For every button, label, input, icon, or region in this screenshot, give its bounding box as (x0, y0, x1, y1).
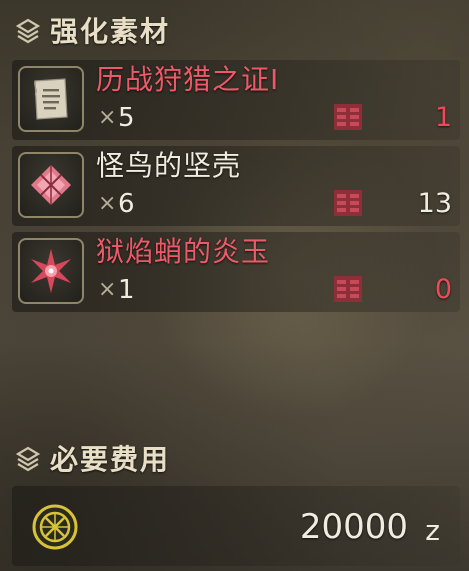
required-quantity: 1 (118, 275, 135, 305)
cost-section-icon (15, 446, 41, 472)
materials-header: 强化素材 (14, 10, 170, 50)
material-row-3[interactable]: 狱焰蛸的炎玉 × 1 0 (12, 232, 460, 312)
scroll-icon (34, 78, 68, 120)
material-row-2[interactable]: 怪鸟的坚壳 × 6 13 (12, 146, 460, 226)
cost-row: 20000 z (12, 486, 460, 566)
owned-count: 1 (434, 102, 452, 133)
required-quantity: 5 (118, 103, 135, 133)
zenny-coin-icon (32, 504, 78, 550)
quantity-multiplier: × (98, 191, 117, 216)
currency-unit: z (425, 514, 440, 547)
item-icon-frame (18, 152, 84, 218)
item-name: 怪鸟的坚壳 (96, 149, 242, 182)
item-icon-frame (18, 238, 84, 304)
item-icon-frame (18, 66, 84, 132)
material-row-1[interactable]: 历战狩猎之证Ⅰ × 5 1 (12, 60, 460, 140)
shell-icon (31, 165, 71, 205)
materials-title: 强化素材 (50, 15, 171, 48)
quantity-multiplier: × (98, 277, 117, 302)
owned-count: 13 (417, 188, 452, 219)
owned-count: 0 (434, 274, 452, 305)
item-box-icon (334, 104, 362, 130)
item-name: 狱焰蛸的炎玉 (96, 235, 271, 268)
flame-gem-icon (31, 249, 71, 293)
quantity-multiplier: × (98, 105, 117, 130)
required-quantity: 6 (118, 189, 135, 219)
item-box-icon (334, 276, 362, 302)
materials-section-icon (15, 18, 41, 44)
cost-title: 必要费用 (50, 443, 171, 476)
cost-header: 必要费用 (14, 438, 170, 478)
item-box-icon (334, 190, 362, 216)
item-name: 历战狩猎之证Ⅰ (96, 63, 280, 96)
cost-value: 20000 (299, 507, 408, 547)
